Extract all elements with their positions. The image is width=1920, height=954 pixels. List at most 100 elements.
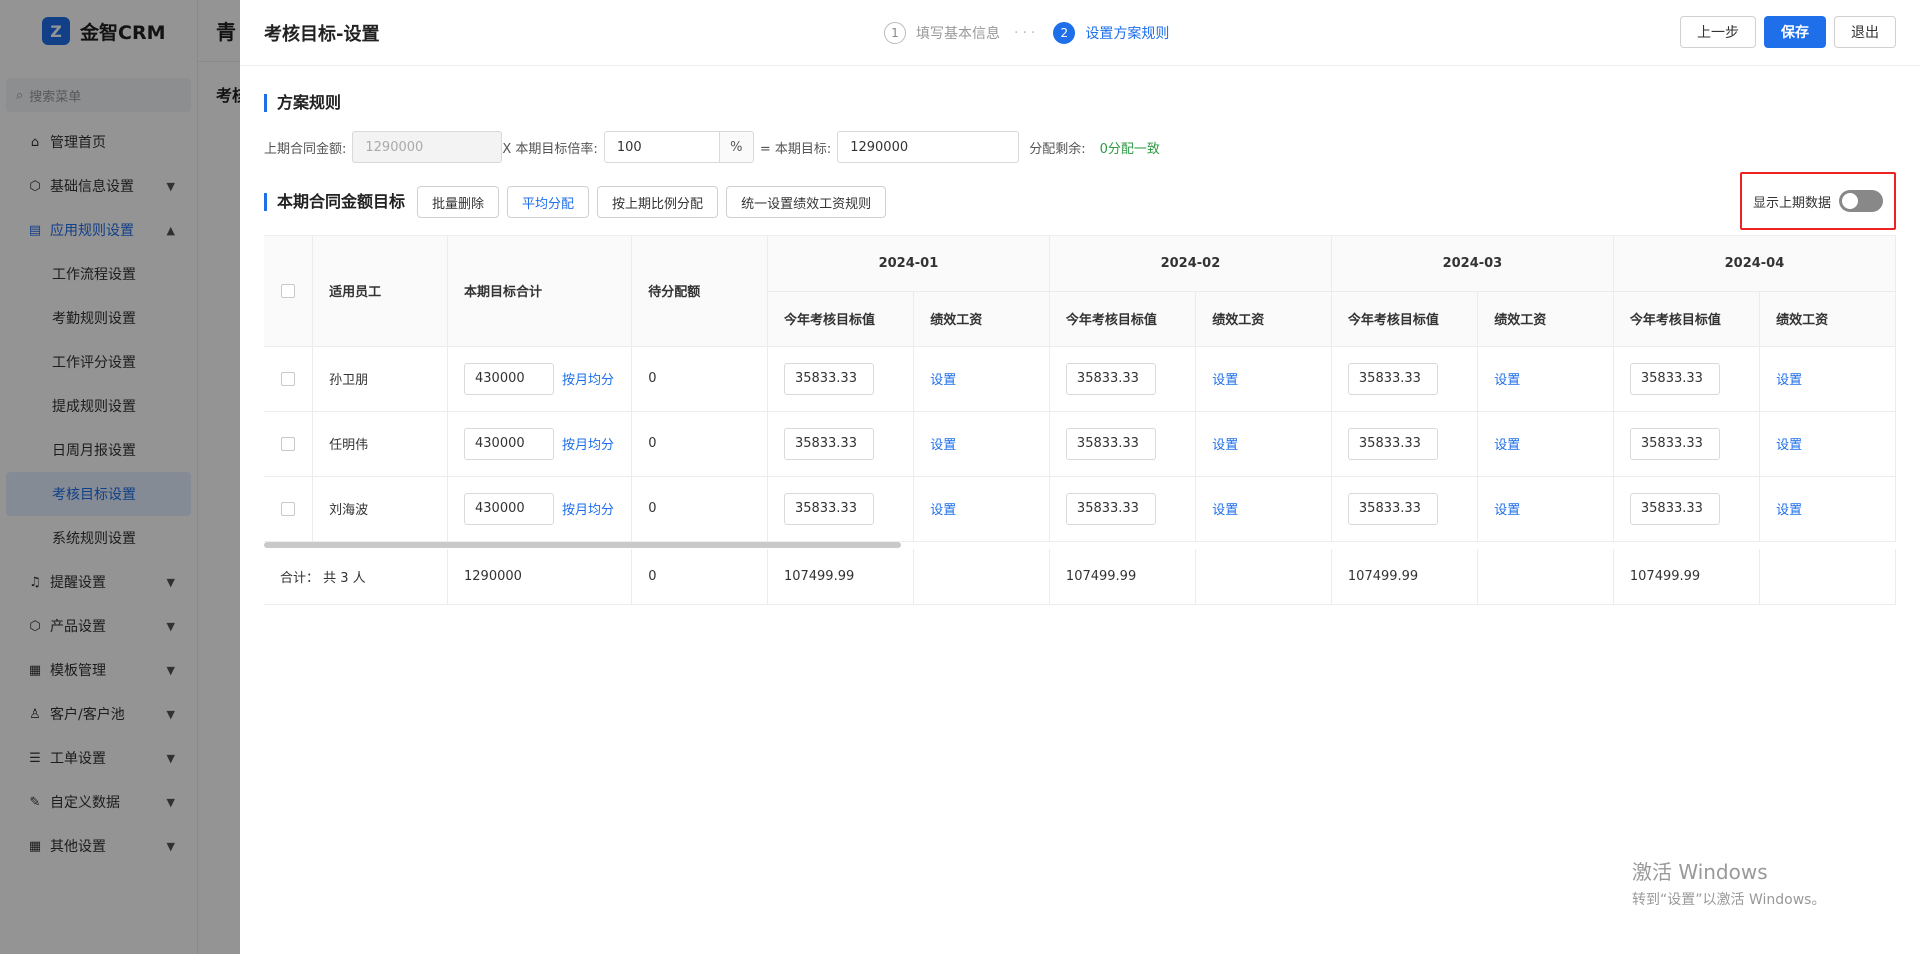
salary-set-link[interactable]: 设置	[1776, 373, 1802, 388]
multiplier-input[interactable]: 100	[603, 131, 720, 163]
rule-section-title: 方案规则	[264, 94, 341, 112]
monthly-avg-link[interactable]: 按月均分	[562, 373, 614, 388]
month-target-cell: 35833.33	[767, 411, 915, 477]
row-select-cell	[264, 411, 314, 477]
batch-delete-button[interactable]: 批量删除	[417, 186, 500, 218]
footer-total: 1290000	[447, 549, 633, 605]
save-button[interactable]: 保存	[1764, 16, 1826, 48]
salary-set-link[interactable]: 设置	[1212, 503, 1238, 518]
target-input[interactable]: 1290000	[837, 131, 1020, 163]
table-footer-row: 合计： 共 3 人 1290000 0 107499.99 107499.99 …	[264, 549, 1896, 605]
month-target-input[interactable]: 35833.33	[1347, 492, 1438, 525]
prev-step-button[interactable]: 上一步	[1680, 16, 1756, 48]
salary-set-link[interactable]: 设置	[1494, 503, 1520, 518]
monthly-avg-link[interactable]: 按月均分	[562, 503, 614, 518]
table-row: 孙卫朋 430000 按月均分 0 35833.33 设置 35833.33 设置…	[264, 346, 1896, 412]
salary-set-link[interactable]: 设置	[930, 373, 956, 388]
percent-suffix: %	[719, 131, 754, 163]
month-target-input[interactable]: 35833.33	[1629, 492, 1720, 525]
month-target-input[interactable]: 35833.33	[783, 362, 874, 395]
total-input[interactable]: 430000	[464, 492, 554, 525]
unified-salary-rule-button[interactable]: 统一设置绩效工资规则	[726, 186, 887, 218]
last-amount-value: 1290000	[365, 139, 424, 155]
month-target-input[interactable]: 35833.33	[783, 492, 874, 525]
footer-empty-cell	[913, 549, 1050, 605]
month-target-input[interactable]: 35833.33	[1629, 427, 1720, 460]
salary-set-link[interactable]: 设置	[1776, 503, 1802, 518]
header-actions: 上一步 保存 退出	[1680, 16, 1896, 48]
salary-cell: 设置	[913, 476, 1050, 542]
total-input[interactable]: 430000	[464, 362, 554, 395]
total-cell: 430000 按月均分	[447, 346, 633, 412]
employee-name: 任明伟	[312, 411, 448, 477]
target-section-title: 本期合同金额目标	[264, 193, 405, 211]
row-checkbox[interactable]	[281, 371, 296, 386]
salary-set-link[interactable]: 设置	[1494, 438, 1520, 453]
salary-set-link[interactable]: 设置	[930, 438, 956, 453]
footer-label: 合计： 共 3 人	[264, 549, 448, 605]
show-last-period-label: 显示上期数据	[1752, 195, 1831, 211]
row-checkbox[interactable]	[281, 501, 296, 516]
month-target-cell: 35833.33	[1331, 476, 1479, 542]
salary-cell: 设置	[913, 411, 1050, 477]
month-target-cell: 35833.33	[1613, 411, 1761, 477]
header-month: 2024-03	[1331, 236, 1614, 292]
horizontal-scrollbar[interactable]	[264, 541, 901, 548]
pending-value: 0	[631, 411, 768, 477]
monthly-avg-link[interactable]: 按月均分	[562, 438, 614, 453]
month-target-cell: 35833.33	[1331, 411, 1479, 477]
switch-knob	[1842, 193, 1858, 209]
watermark-line2: 转到“设置”以激活 Windows。	[1632, 892, 1826, 908]
step-separator: ···	[1014, 25, 1040, 41]
remain-value: 0分配一致	[1099, 141, 1160, 157]
drawer-title: 考核目标-设置	[264, 23, 380, 45]
total-cell: 430000 按月均分	[447, 411, 633, 477]
month-target-input[interactable]: 35833.33	[1065, 492, 1156, 525]
row-select-cell	[264, 346, 314, 412]
settings-drawer: 考核目标-设置 1 填写基本信息 ··· 2 设置方案规则 上一步 保存 退出 …	[240, 0, 1920, 954]
row-checkbox[interactable]	[281, 436, 296, 451]
month-target-cell: 35833.33	[1331, 346, 1479, 412]
salary-cell: 设置	[1477, 346, 1614, 412]
header-target-value: 今年考核目标值	[1613, 291, 1761, 347]
salary-set-link[interactable]: 设置	[930, 503, 956, 518]
month-target-input[interactable]: 35833.33	[1347, 362, 1438, 395]
windows-activation-watermark: 激活 Windows 转到“设置”以激活 Windows。	[1632, 856, 1825, 909]
rule-formula-row: 上期合同金额: 1290000 X 本期目标倍率: 100 % = 本期目标: …	[264, 131, 1160, 163]
header-total: 本期目标合计	[447, 236, 633, 347]
header-pending: 待分配额	[631, 236, 768, 347]
month-target-input[interactable]: 35833.33	[783, 427, 874, 460]
pending-value: 0	[631, 476, 768, 542]
salary-cell: 设置	[1759, 476, 1896, 542]
header-salary: 绩效工资	[1477, 291, 1614, 347]
month-target-input[interactable]: 35833.33	[1065, 362, 1156, 395]
table-row: 刘海波 430000 按月均分 0 35833.33 设置 35833.33 设置…	[264, 476, 1896, 542]
total-cell: 430000 按月均分	[447, 476, 633, 542]
salary-set-link[interactable]: 设置	[1212, 438, 1238, 453]
footer-empty-cell	[1195, 549, 1332, 605]
select-all-cell	[264, 236, 314, 347]
salary-cell: 设置	[1477, 411, 1614, 477]
salary-set-link[interactable]: 设置	[1776, 438, 1802, 453]
average-distribute-button[interactable]: 平均分配	[507, 186, 590, 218]
month-target-input[interactable]: 35833.33	[1065, 427, 1156, 460]
show-last-period-switch[interactable]	[1839, 190, 1883, 212]
header-salary: 绩效工资	[913, 291, 1050, 347]
salary-cell: 设置	[1195, 411, 1332, 477]
select-all-checkbox[interactable]	[281, 283, 296, 298]
salary-set-link[interactable]: 设置	[1212, 373, 1238, 388]
step-2-label: 设置方案规则	[1085, 26, 1170, 42]
month-target-input[interactable]: 35833.33	[1347, 427, 1438, 460]
header-month: 2024-04	[1613, 236, 1896, 292]
month-target-cell: 35833.33	[1049, 346, 1197, 412]
salary-cell: 设置	[913, 346, 1050, 412]
exit-button[interactable]: 退出	[1834, 16, 1896, 48]
month-target-input[interactable]: 35833.33	[1629, 362, 1720, 395]
show-last-period-toggle-box: 显示上期数据	[1740, 172, 1896, 230]
month-target-cell: 35833.33	[1613, 476, 1761, 542]
total-input[interactable]: 430000	[464, 427, 554, 460]
ratio-distribute-button[interactable]: 按上期比例分配	[597, 186, 719, 218]
salary-set-link[interactable]: 设置	[1494, 373, 1520, 388]
salary-cell: 设置	[1759, 346, 1896, 412]
footer-pending: 0	[631, 549, 768, 605]
